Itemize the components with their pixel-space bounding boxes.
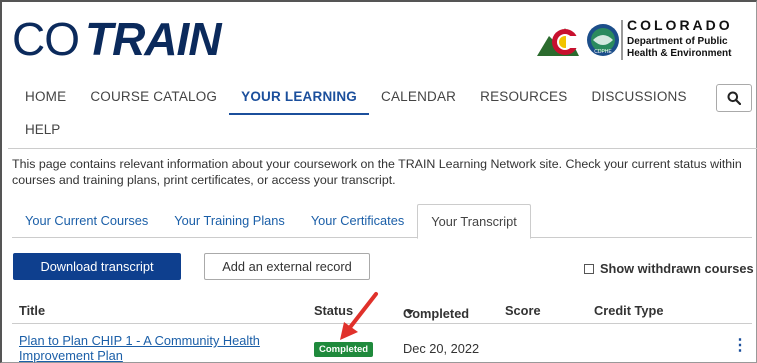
search-icon [727, 91, 741, 105]
course-title-link[interactable]: Plan to Plan CHIP 1 - A Community Health… [19, 333, 279, 363]
table-row: Plan to Plan CHIP 1 - A Community Health… [12, 330, 752, 363]
nav-item-course-catalog[interactable]: COURSE CATALOG [78, 84, 229, 115]
cdphe-logo: CDPHE COLORADO Department of Public Heal… [535, 14, 751, 64]
tab-transcript[interactable]: Your Transcript [417, 204, 531, 239]
colorado-c-logo-icon: CDPHE [537, 20, 623, 60]
tab-training-plans[interactable]: Your Training Plans [161, 204, 298, 238]
show-withdrawn-label: Show withdrawn courses [600, 261, 754, 276]
completed-date: Dec 20, 2022 [403, 341, 480, 356]
annotation-arrow-icon [340, 292, 378, 340]
tab-current-courses[interactable]: Your Current Courses [12, 204, 161, 238]
nav-item-help[interactable]: HELP [25, 122, 60, 137]
learning-tabs: Your Current Courses Your Training Plans… [12, 204, 752, 239]
logo-co: CO [12, 13, 80, 65]
show-withdrawn-toggle[interactable]: Show withdrawn courses [584, 261, 754, 276]
tab-certificates[interactable]: Your Certificates [298, 204, 417, 238]
show-withdrawn-checkbox[interactable] [584, 263, 594, 274]
nav-item-your-learning[interactable]: YOUR LEARNING [229, 84, 369, 115]
nav-item-discussions[interactable]: DISCUSSIONS [579, 84, 698, 115]
status-badge: Completed [314, 342, 374, 357]
col-credit-type[interactable]: Credit Type [594, 303, 663, 318]
col-completed[interactable]: Completed [403, 303, 469, 321]
intro-text: This page contains relevant information … [12, 157, 742, 187]
transcript-table-header: Title Status Completed Score Credit Type [12, 300, 752, 324]
logo-train: TRAIN [85, 13, 222, 65]
main-nav: HOME COURSE CATALOG YOUR LEARNING CALEND… [13, 84, 699, 115]
nav-item-calendar[interactable]: CALENDAR [369, 84, 468, 115]
col-score[interactable]: Score [505, 303, 541, 318]
col-completed-label: Completed [403, 306, 470, 321]
col-title[interactable]: Title [19, 303, 45, 318]
agency-dept-line1: Department of Public [627, 36, 728, 47]
search-button[interactable] [716, 84, 752, 112]
cotrain-logo[interactable]: CO TRAIN [12, 13, 222, 65]
add-external-record-button[interactable]: Add an external record [204, 253, 370, 280]
row-actions-menu-icon[interactable]: ⋮ [732, 338, 748, 354]
download-transcript-button[interactable]: Download transcript [13, 253, 181, 280]
nav-item-home[interactable]: HOME [13, 84, 78, 115]
agency-dept-line2: Health & Environment [627, 48, 732, 59]
header-divider [8, 148, 757, 149]
nav-item-resources[interactable]: RESOURCES [468, 84, 579, 115]
seal-text: CDPHE [594, 49, 612, 55]
agency-text: COLORADO Department of Public Health & E… [627, 17, 751, 60]
agency-state: COLORADO [627, 17, 733, 33]
